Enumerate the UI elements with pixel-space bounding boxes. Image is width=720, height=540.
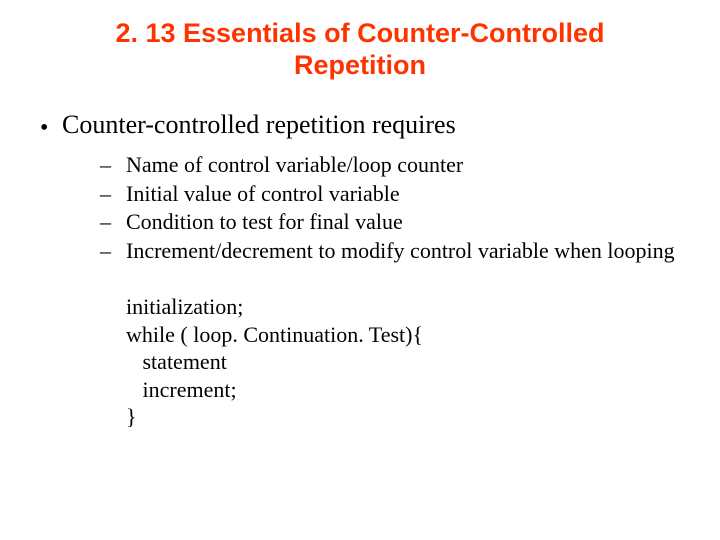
list-item: – Increment/decrement to modify control … — [100, 238, 680, 265]
code-line: while ( loop. Continuation. Test){ — [126, 322, 423, 347]
slide: 2. 13 Essentials of Counter-Controlled R… — [0, 0, 720, 540]
dash-icon: – — [100, 152, 126, 179]
sub-bullet-text: Condition to test for final value — [126, 209, 403, 236]
dash-icon: – — [100, 209, 126, 236]
code-line: statement — [126, 349, 227, 374]
sub-bullet-text: Increment/decrement to modify control va… — [126, 238, 675, 265]
dash-icon: – — [100, 238, 126, 265]
intro-bullet: • Counter-controlled repetition requires — [40, 110, 680, 140]
intro-text: Counter-controlled repetition requires — [62, 110, 456, 140]
list-item: – Condition to test for final value — [100, 209, 680, 236]
sub-bullet-list: – Name of control variable/loop counter … — [100, 152, 680, 265]
sub-bullet-text: Name of control variable/loop counter — [126, 152, 463, 179]
code-line: } — [126, 404, 137, 429]
code-line: increment; — [126, 377, 237, 402]
list-item: – Name of control variable/loop counter — [100, 152, 680, 179]
code-line: initialization; — [126, 294, 243, 319]
slide-title: 2. 13 Essentials of Counter-Controlled R… — [40, 18, 680, 82]
sub-bullet-text: Initial value of control variable — [126, 181, 400, 208]
list-item: – Initial value of control variable — [100, 181, 680, 208]
code-block: initialization; while ( loop. Continuati… — [126, 293, 680, 431]
dash-icon: – — [100, 181, 126, 208]
bullet-icon: • — [40, 110, 62, 140]
